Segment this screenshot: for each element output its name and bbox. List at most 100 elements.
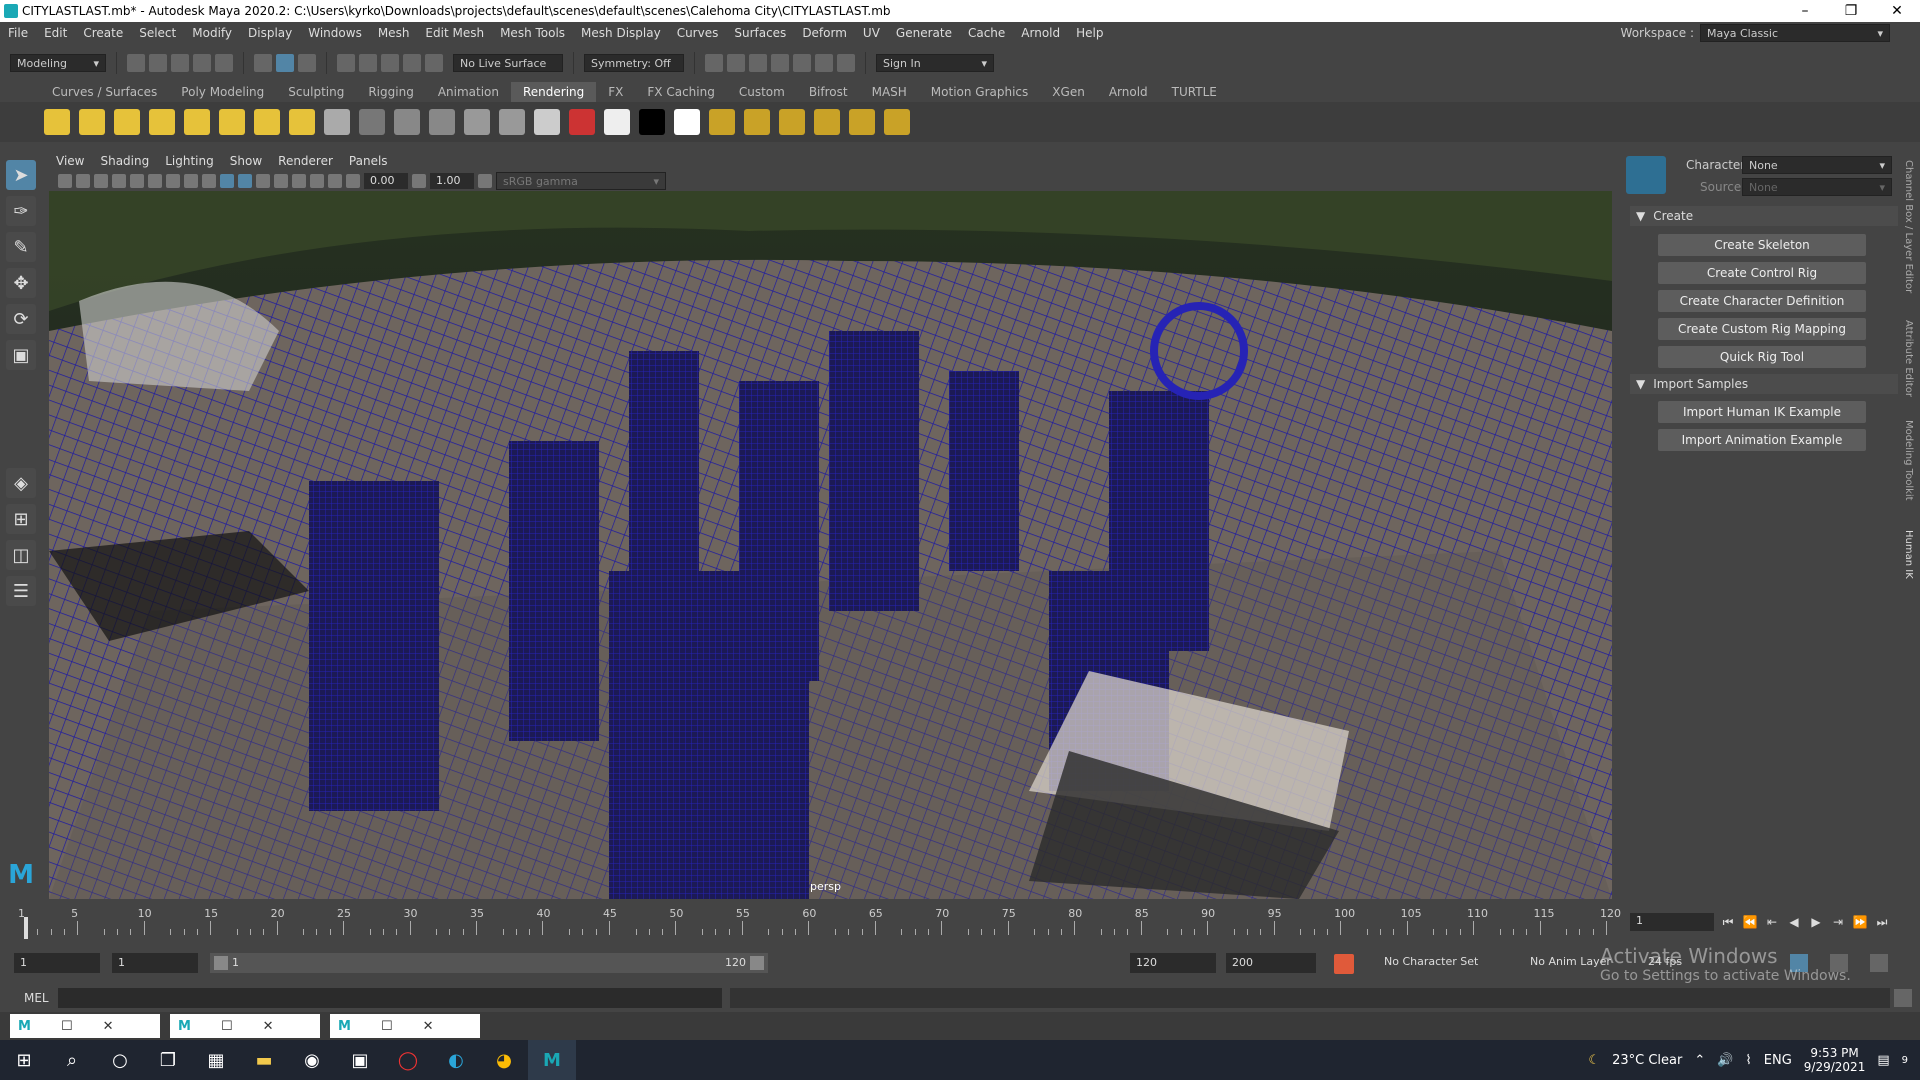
- close-icon[interactable]: ✕: [263, 1019, 274, 1034]
- bookmark-icon[interactable]: [94, 174, 108, 188]
- mode-dropdown[interactable]: Modeling ▾: [10, 54, 106, 72]
- clock[interactable]: 9:53 PM 9/29/2021: [1804, 1046, 1866, 1074]
- tab-attribute-editor[interactable]: Attribute Editor: [1903, 320, 1914, 397]
- import-human-ik-example-button[interactable]: Import Human IK Example: [1658, 401, 1866, 423]
- close-button[interactable]: ✕: [1874, 0, 1920, 22]
- shelf-tool-icon[interactable]: [534, 109, 560, 135]
- shelf-tool-icon[interactable]: [184, 109, 210, 135]
- epic-games-icon[interactable]: ▣: [336, 1040, 384, 1080]
- tab-motion-graphics[interactable]: Motion Graphics: [919, 82, 1041, 102]
- menu-modify[interactable]: Modify: [184, 26, 240, 40]
- tab-sculpting[interactable]: Sculpting: [276, 82, 356, 102]
- panel-menu-view[interactable]: View: [48, 154, 92, 168]
- tab-mash[interactable]: MASH: [860, 82, 919, 102]
- shelf-tool-icon[interactable]: [849, 109, 875, 135]
- symmetry-dropdown[interactable]: Symmetry: Off: [584, 54, 684, 72]
- render-settings-icon[interactable]: [771, 54, 789, 72]
- workspace-dropdown[interactable]: Maya Classic ▾: [1700, 24, 1890, 42]
- tab-channel-box[interactable]: Channel Box / Layer Editor: [1903, 160, 1914, 293]
- quick-rig-tool-button[interactable]: Quick Rig Tool: [1658, 346, 1866, 368]
- snap-view-plane-icon[interactable]: [403, 54, 421, 72]
- live-surface-field[interactable]: No Live Surface: [453, 54, 563, 72]
- step-back-key-icon[interactable]: ⇤: [1764, 914, 1780, 930]
- textured-icon[interactable]: [256, 174, 270, 188]
- import-animation-example-button[interactable]: Import Animation Example: [1658, 429, 1866, 451]
- search-icon[interactable]: ⌕: [48, 1040, 96, 1080]
- menu-generate[interactable]: Generate: [888, 26, 960, 40]
- panel-menu-panels[interactable]: Panels: [341, 154, 396, 168]
- menu-arnold[interactable]: Arnold: [1013, 26, 1068, 40]
- auto-key-icon[interactable]: [1334, 954, 1354, 974]
- playback-start-field[interactable]: 1: [112, 953, 198, 973]
- shelf-tool-icon[interactable]: [569, 109, 595, 135]
- time-slider[interactable]: 1 5 10 15 20 25 30 35 40 45 50 55 60 65 70 75 80 85 90 95 10…: [10, 903, 1621, 939]
- shelf-tool-icon[interactable]: [464, 109, 490, 135]
- go-to-start-icon[interactable]: ⏮: [1720, 914, 1736, 930]
- menu-deform[interactable]: Deform: [794, 26, 855, 40]
- tab-rendering[interactable]: Rendering: [511, 82, 597, 102]
- scale-tool-icon[interactable]: ▣: [6, 340, 36, 370]
- minimize-button[interactable]: –: [1782, 0, 1828, 22]
- rotate-tool-icon[interactable]: ⟳: [6, 304, 36, 334]
- current-frame-field[interactable]: 1: [1630, 913, 1714, 931]
- select-hierarchy-icon[interactable]: [254, 54, 272, 72]
- restore-icon[interactable]: ☐: [61, 1019, 73, 1034]
- perspective-viewport[interactable]: [49, 191, 1612, 899]
- four-view-layout-icon[interactable]: ⊞: [6, 504, 36, 534]
- tab-fx-caching[interactable]: FX Caching: [635, 82, 726, 102]
- isolate-select-icon[interactable]: [328, 174, 342, 188]
- shelf-tool-icon[interactable]: [149, 109, 175, 135]
- undo-icon[interactable]: [193, 54, 211, 72]
- menu-windows[interactable]: Windows: [300, 26, 370, 40]
- shelf-tool-icon[interactable]: [779, 109, 805, 135]
- tab-modeling-toolkit[interactable]: Modeling Toolkit: [1903, 420, 1914, 501]
- maya-taskbar-icon[interactable]: M: [528, 1040, 576, 1080]
- camera-attributes-icon[interactable]: [76, 174, 90, 188]
- shadows-icon[interactable]: [292, 174, 306, 188]
- windows-start-icon[interactable]: ⊞: [0, 1040, 48, 1080]
- shelf-tool-icon[interactable]: [604, 109, 630, 135]
- lasso-tool-icon[interactable]: ✑: [6, 196, 36, 226]
- panel-menu-shading[interactable]: Shading: [92, 154, 157, 168]
- shelf-tool-icon[interactable]: [114, 109, 140, 135]
- current-time-indicator[interactable]: [24, 917, 28, 939]
- minimized-window[interactable]: M ☐ ✕: [10, 1014, 160, 1038]
- snap-curve-icon[interactable]: [359, 54, 377, 72]
- menu-display[interactable]: Display: [240, 26, 300, 40]
- new-scene-icon[interactable]: [127, 54, 145, 72]
- range-start-handle[interactable]: [214, 956, 228, 970]
- shelf-tool-icon[interactable]: [44, 109, 70, 135]
- edge-icon[interactable]: ◐: [432, 1040, 480, 1080]
- exposure-field[interactable]: 0.00: [364, 173, 408, 189]
- exposure-icon[interactable]: [346, 174, 360, 188]
- step-forward-key-icon[interactable]: ⇥: [1830, 914, 1846, 930]
- create-section-header[interactable]: ▼ Create: [1630, 206, 1898, 226]
- steam-icon[interactable]: ◉: [288, 1040, 336, 1080]
- menu-surfaces[interactable]: Surfaces: [726, 26, 794, 40]
- safe-action-icon[interactable]: [184, 174, 198, 188]
- shelf-tool-icon[interactable]: [709, 109, 735, 135]
- minimized-window[interactable]: M ☐ ✕: [330, 1014, 480, 1038]
- pause-icon[interactable]: [837, 54, 855, 72]
- opera-icon[interactable]: ◯: [384, 1040, 432, 1080]
- shelf-tool-icon[interactable]: [359, 109, 385, 135]
- play-backwards-icon[interactable]: ◀: [1786, 914, 1802, 930]
- shelf-tool-icon[interactable]: [639, 109, 665, 135]
- redo-icon[interactable]: [215, 54, 233, 72]
- range-end-handle[interactable]: [750, 956, 764, 970]
- preferences-icon[interactable]: [1870, 954, 1888, 972]
- view-transform-dropdown[interactable]: sRGB gamma ▾: [496, 172, 666, 190]
- snap-grid-icon[interactable]: [337, 54, 355, 72]
- snap-point-icon[interactable]: [381, 54, 399, 72]
- menu-mesh-display[interactable]: Mesh Display: [573, 26, 669, 40]
- restore-icon[interactable]: ☐: [221, 1019, 233, 1034]
- tab-turtle[interactable]: TURTLE: [1160, 82, 1229, 102]
- resolution-gate-icon[interactable]: [166, 174, 180, 188]
- tab-curves-surfaces[interactable]: Curves / Surfaces: [40, 82, 169, 102]
- chevron-up-icon[interactable]: ⌃: [1694, 1053, 1705, 1068]
- shelf-tool-icon[interactable]: [79, 109, 105, 135]
- restore-icon[interactable]: ☐: [381, 1019, 393, 1034]
- menu-uv[interactable]: UV: [855, 26, 888, 40]
- two-view-layout-icon[interactable]: ◫: [6, 540, 36, 570]
- shelf-tool-icon[interactable]: [884, 109, 910, 135]
